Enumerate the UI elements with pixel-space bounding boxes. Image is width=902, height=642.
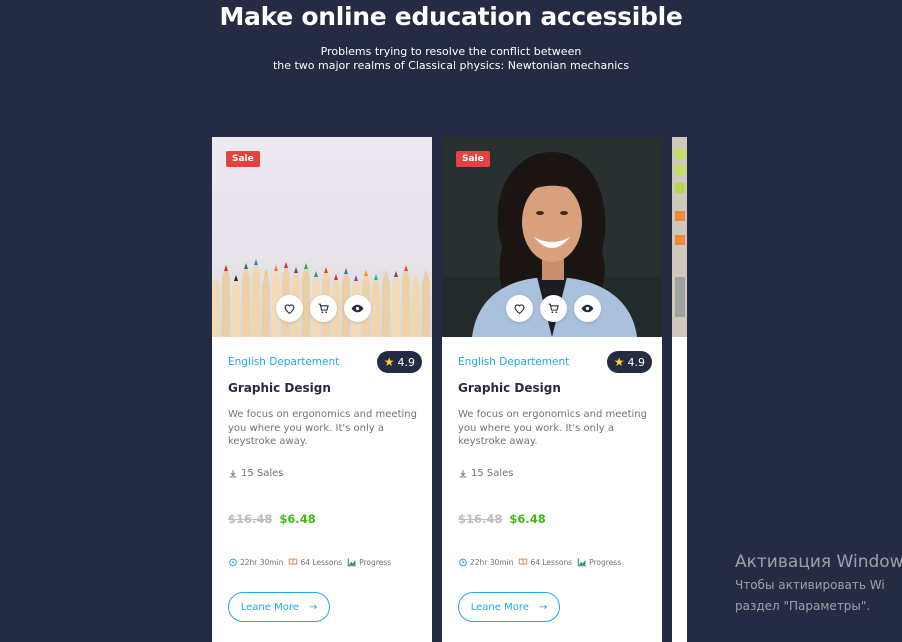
add-to-cart-button[interactable] <box>310 295 337 322</box>
course-card[interactable]: Sale English Departement ★ 4.9 Graphic D… <box>442 137 662 642</box>
old-price: $16.48 <box>458 512 503 526</box>
wishlist-button[interactable] <box>506 295 533 322</box>
cart-icon <box>318 303 329 314</box>
star-icon: ★ <box>383 355 395 369</box>
book-icon <box>519 558 528 566</box>
chart-icon <box>577 558 586 567</box>
course-image-pencils[interactable]: Sale <box>212 137 432 337</box>
sales-count: 15 Sales <box>458 468 514 479</box>
old-price: $16.48 <box>228 512 273 526</box>
learn-more-label: Leane More <box>240 601 299 613</box>
course-description: We focus on ergonomics and meeting you w… <box>458 409 647 447</box>
rating-value: 4.9 <box>397 355 416 369</box>
chart-icon <box>347 558 356 567</box>
lessons-text: 64 Lessons <box>300 557 343 567</box>
duration-text: 22hr 30min <box>240 557 284 567</box>
lessons-text: 64 Lessons <box>530 557 573 567</box>
quick-view-button[interactable] <box>344 295 371 322</box>
duration-text: 22hr 30min <box>470 557 514 567</box>
windows-activation-line: раздел "Параметры". <box>735 599 871 613</box>
course-card-partial[interactable] <box>672 137 687 642</box>
course-title[interactable]: Graphic Design <box>228 381 331 395</box>
heart-icon <box>284 304 295 315</box>
progress-text: Progress <box>589 557 622 567</box>
hero-subtitle-line1: Problems trying to resolve the conflict … <box>320 45 582 58</box>
duration-meta: 22hr 30min <box>458 557 513 567</box>
learn-more-label: Leane More <box>470 601 529 613</box>
learn-more-button[interactable]: Leane More → <box>458 592 560 622</box>
course-meta: 22hr 30min 64 Lessons Progress <box>228 557 391 567</box>
eye-icon <box>351 304 364 313</box>
course-image-woman[interactable]: Sale <box>442 137 662 337</box>
windows-activation-line: Чтобы активировать Wi <box>735 578 885 592</box>
department-link[interactable]: English Departement <box>228 356 339 368</box>
progress-meta: Progress <box>577 557 621 567</box>
windows-activation-title: Активация Window <box>735 552 902 572</box>
new-price: $6.48 <box>279 512 316 526</box>
hero-title: Make online education accessible <box>219 2 683 31</box>
eye-icon <box>581 304 594 313</box>
arrow-right-icon: → <box>538 601 548 613</box>
download-icon <box>459 469 467 477</box>
rating-badge: ★ 4.9 <box>376 351 422 373</box>
card-actions <box>506 295 601 322</box>
alarm-clock-icon <box>459 558 467 567</box>
learn-more-button[interactable]: Leane More → <box>228 592 330 622</box>
sticky-notes-illustration <box>672 137 687 337</box>
hero-subtitle-line2: the two major realms of Classical physic… <box>272 59 630 72</box>
course-card[interactable]: Sale English Departement ★ 4.9 Graphic D… <box>212 137 432 642</box>
arrow-right-icon: → <box>308 601 318 613</box>
price-group: $16.48 $6.48 <box>228 512 316 526</box>
heart-icon <box>514 304 525 315</box>
course-meta: 22hr 30min 64 Lessons Progress <box>458 557 621 567</box>
lessons-meta: 64 Lessons <box>518 557 572 567</box>
progress-text: Progress <box>359 557 392 567</box>
card-actions <box>276 295 371 322</box>
course-title[interactable]: Graphic Design <box>458 381 561 395</box>
sale-badge: Sale <box>226 151 260 167</box>
star-icon: ★ <box>613 355 625 369</box>
wishlist-button[interactable] <box>276 295 303 322</box>
alarm-clock-icon <box>229 558 237 567</box>
sale-badge: Sale <box>456 151 490 167</box>
duration-meta: 22hr 30min <box>228 557 283 567</box>
book-icon <box>289 558 298 566</box>
quick-view-button[interactable] <box>574 295 601 322</box>
new-price: $6.48 <box>509 512 546 526</box>
sales-count: 15 Sales <box>228 468 284 479</box>
price-group: $16.48 $6.48 <box>458 512 546 526</box>
download-icon <box>229 469 237 477</box>
course-image-partial <box>672 137 687 337</box>
sales-text: 15 Sales <box>241 468 284 479</box>
cart-icon <box>548 303 559 314</box>
add-to-cart-button[interactable] <box>540 295 567 322</box>
rating-value: 4.9 <box>627 355 646 369</box>
progress-meta: Progress <box>347 557 391 567</box>
course-description: We focus on ergonomics and meeting you w… <box>228 409 417 447</box>
department-link[interactable]: English Departement <box>458 356 569 368</box>
sales-text: 15 Sales <box>471 468 514 479</box>
lessons-meta: 64 Lessons <box>288 557 342 567</box>
rating-badge: ★ 4.9 <box>606 351 652 373</box>
